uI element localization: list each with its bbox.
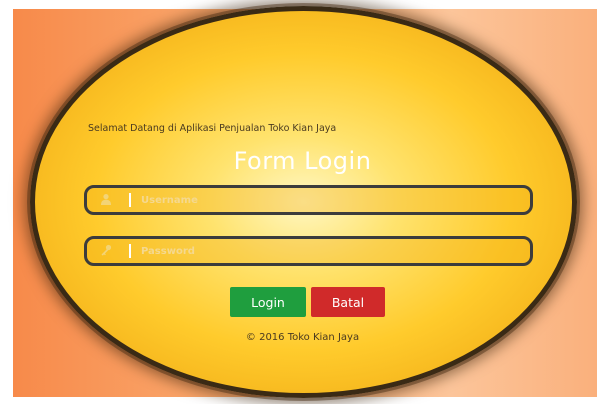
username-input[interactable] [141, 192, 501, 208]
password-field[interactable] [84, 236, 533, 266]
welcome-text: Selamat Datang di Aplikasi Penjualan Tok… [88, 123, 337, 134]
password-separator [129, 244, 131, 258]
cancel-button[interactable]: Batal [311, 287, 385, 317]
user-icon [99, 193, 113, 207]
key-icon [99, 244, 113, 258]
form-title: Form Login [233, 147, 372, 175]
username-field[interactable] [84, 185, 533, 215]
password-input[interactable] [141, 243, 501, 259]
footer-copyright: © 2016 Toko Kian Jaya [245, 332, 360, 343]
login-page: Selamat Datang di Aplikasi Penjualan Tok… [0, 0, 605, 404]
username-separator [129, 193, 131, 207]
login-button[interactable]: Login [230, 287, 306, 317]
